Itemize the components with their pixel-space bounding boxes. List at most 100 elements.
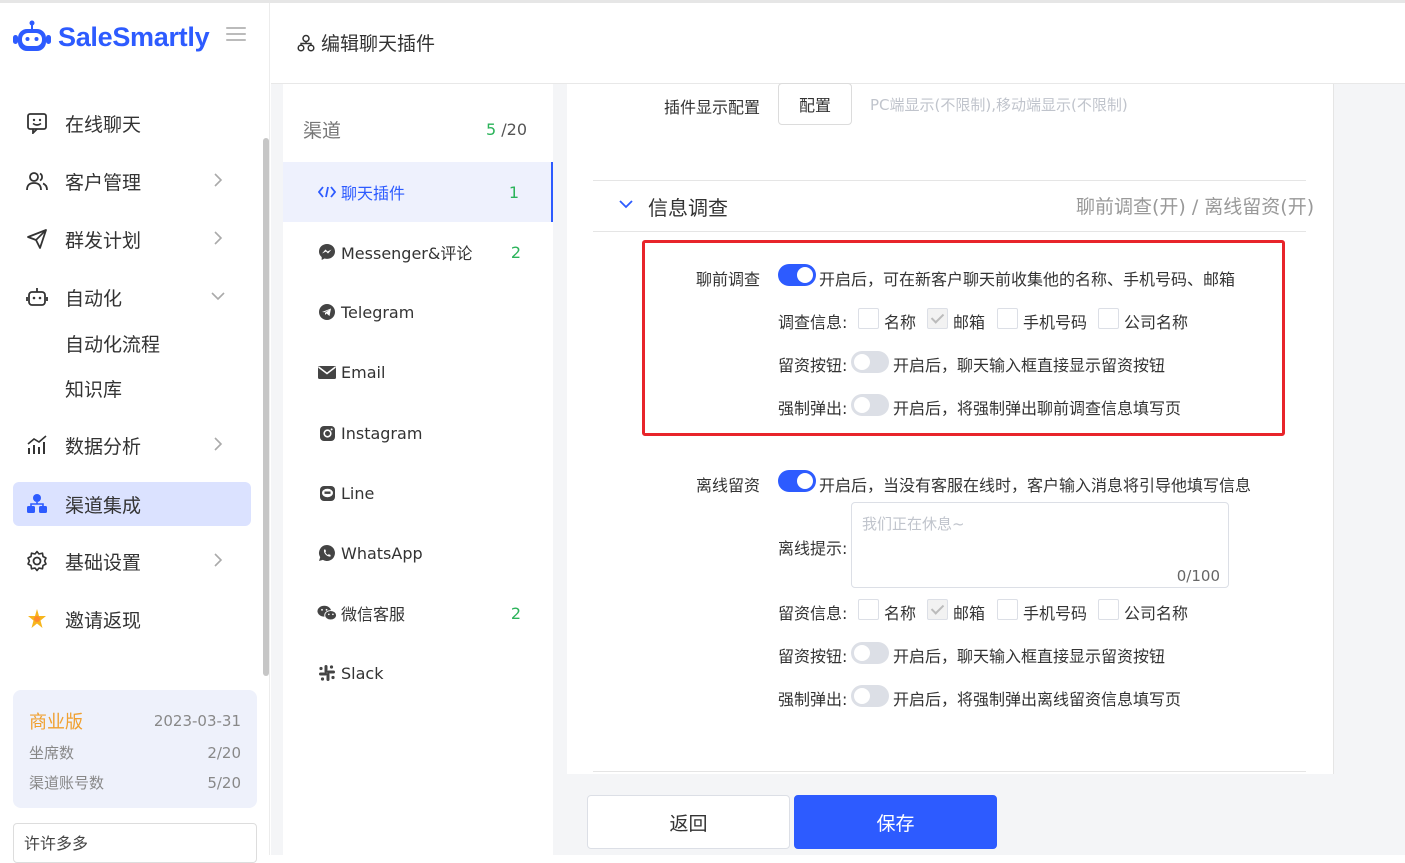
sidebar-scrollbar[interactable] xyxy=(263,138,269,676)
channel-count-badge: 2 xyxy=(510,242,521,262)
channel-item-whatsapp[interactable]: WhatsApp xyxy=(283,523,553,583)
sidebar-item-channel-integration[interactable]: 渠道集成 xyxy=(13,482,251,526)
checkbox-name[interactable] xyxy=(858,599,879,620)
telegram-icon xyxy=(317,302,337,322)
channel-item-email[interactable]: Email xyxy=(283,342,553,402)
sidebar-item-label: 邀请返现 xyxy=(65,609,142,632)
config-button[interactable]: 配置 xyxy=(778,83,852,125)
plan-card: 商业版 2023-03-31 坐席数 2/20 渠道账号数 5/20 xyxy=(13,690,257,808)
channel-count: 5 /20 xyxy=(486,120,527,139)
sidebar-item-settings[interactable]: 基础设置 xyxy=(13,539,251,583)
send-icon xyxy=(25,227,49,251)
lead-button-label: 留资按钮: xyxy=(778,647,848,666)
menu-toggle-icon[interactable] xyxy=(226,27,246,45)
chevron-down-icon[interactable] xyxy=(619,199,633,209)
sidebar-item-label: 数据分析 xyxy=(65,435,142,458)
seats-label: 坐席数 xyxy=(29,744,75,762)
channel-count-badge: 1 xyxy=(508,182,519,202)
offline-toggle[interactable] xyxy=(778,470,816,492)
channel-count-used: 5 xyxy=(485,120,497,139)
offline-lead-button-toggle[interactable] xyxy=(851,642,889,664)
display-config-hint: PC端显示(不限制),移动端显示(不限制) xyxy=(870,96,1128,114)
logo[interactable]: SaleSmartly xyxy=(12,17,210,57)
chat-smile-icon xyxy=(25,111,49,135)
offline-force-popup-toggle[interactable] xyxy=(851,685,889,707)
integration-icon xyxy=(297,34,315,52)
gear-icon xyxy=(25,549,49,573)
force-popup-description: 开启后，将强制弹出离线留资信息填写页 xyxy=(893,690,1182,709)
chevron-right-icon xyxy=(214,553,223,567)
channel-item-messenger[interactable]: Messenger&评论 2 xyxy=(283,222,553,282)
channel-item-wechat[interactable]: 微信客服 2 xyxy=(283,583,553,643)
channel-label: Email xyxy=(341,362,386,382)
channel-accounts-value: 5/20 xyxy=(207,773,241,792)
instagram-icon xyxy=(317,423,337,443)
chart-icon xyxy=(25,433,49,457)
channel-list-heading: 渠道 xyxy=(303,120,342,142)
channel-label: 微信客服 xyxy=(341,605,406,624)
channel-label: WhatsApp xyxy=(341,543,423,563)
save-button[interactable]: 保存 xyxy=(794,795,997,849)
section-title-info-survey[interactable]: 信息调查 xyxy=(648,192,728,221)
checkbox-email[interactable] xyxy=(927,599,948,620)
sidebar-item-online-chat[interactable]: 在线聊天 xyxy=(13,101,251,145)
channel-item-slack[interactable]: Slack xyxy=(283,643,553,703)
channel-item-line[interactable]: Line xyxy=(283,463,553,523)
sidebar-item-automation[interactable]: 自动化 xyxy=(13,275,251,319)
sidebar-item-label: 自动化 xyxy=(65,287,123,310)
email-icon xyxy=(317,362,337,382)
channel-accounts-label: 渠道账号数 xyxy=(29,774,105,792)
chevron-right-icon xyxy=(214,231,223,245)
sidebar: SaleSmartly 在线聊天 客户管理 群发计划 自动化 自动化流程 知识库 xyxy=(0,3,270,863)
sidebar-item-label: 群发计划 xyxy=(65,229,142,252)
slack-icon xyxy=(317,663,337,683)
divider xyxy=(593,771,1306,772)
offline-prompt-label: 离线提示: xyxy=(778,539,848,558)
sidebar-item-label: 在线聊天 xyxy=(65,113,142,136)
sidebar-item-broadcast[interactable]: 群发计划 xyxy=(13,217,251,261)
sidebar-item-label: 渠道集成 xyxy=(65,494,142,517)
sparkle-icon xyxy=(25,607,49,631)
lead-button-description: 开启后，聊天输入框直接显示留资按钮 xyxy=(893,647,1166,666)
display-config-label: 插件显示配置 xyxy=(664,98,761,117)
back-button[interactable]: 返回 xyxy=(587,795,790,849)
channel-label: Telegram xyxy=(341,302,415,322)
page-title: 编辑聊天插件 xyxy=(297,29,435,56)
channel-label: Slack xyxy=(341,663,384,683)
user-account[interactable]: 许许多多 xyxy=(13,823,257,863)
channel-item-instagram[interactable]: Instagram xyxy=(283,403,553,463)
channel-label: Line xyxy=(341,483,375,503)
checkbox-company[interactable] xyxy=(1098,599,1119,620)
robot-icon xyxy=(25,285,49,309)
checkbox-phone[interactable] xyxy=(997,599,1018,620)
offline-label: 离线留资 xyxy=(696,476,761,495)
sidebar-subitem-knowledge-base[interactable]: 知识库 xyxy=(65,375,122,402)
sidebar-item-analytics[interactable]: 数据分析 xyxy=(13,423,251,467)
sidebar-subitem-automation-flow[interactable]: 自动化流程 xyxy=(65,330,160,357)
channel-label: 聊天插件 xyxy=(341,184,406,203)
lead-info-label: 留资信息: xyxy=(778,604,848,623)
checkbox-label: 手机号码 xyxy=(1023,604,1088,623)
line-icon xyxy=(317,483,337,503)
offline-prompt-textarea[interactable]: 我们正在休息~ 0/100 xyxy=(851,502,1229,588)
channel-list: 渠道 5 /20 聊天插件 1 Messenger&评论 2 Telegram … xyxy=(283,84,553,855)
whatsapp-icon xyxy=(317,543,337,563)
chevron-down-icon xyxy=(211,292,225,301)
sidebar-item-customers[interactable]: 客户管理 xyxy=(13,159,251,203)
divider xyxy=(593,180,1306,181)
channel-count-total: /20 xyxy=(496,120,527,139)
seats-value: 2/20 xyxy=(207,743,241,762)
sidebar-item-referral[interactable]: 邀请返现 xyxy=(13,597,251,641)
messenger-icon xyxy=(317,242,337,262)
channel-label: Messenger&评论 xyxy=(341,244,473,263)
force-popup-label: 强制弹出: xyxy=(778,690,848,709)
chevron-right-icon xyxy=(214,437,223,451)
checkbox-label: 邮箱 xyxy=(953,604,986,623)
header: 编辑聊天插件 xyxy=(271,3,1405,84)
offline-prompt-placeholder: 我们正在休息~ xyxy=(862,515,965,533)
plan-expiry: 2023-03-31 xyxy=(153,712,241,730)
channel-item-chat-plugin[interactable]: 聊天插件 1 xyxy=(283,162,553,222)
page-title-text: 编辑聊天插件 xyxy=(321,33,436,55)
channel-item-telegram[interactable]: Telegram xyxy=(283,282,553,342)
brand-name: SaleSmartly xyxy=(58,21,210,52)
